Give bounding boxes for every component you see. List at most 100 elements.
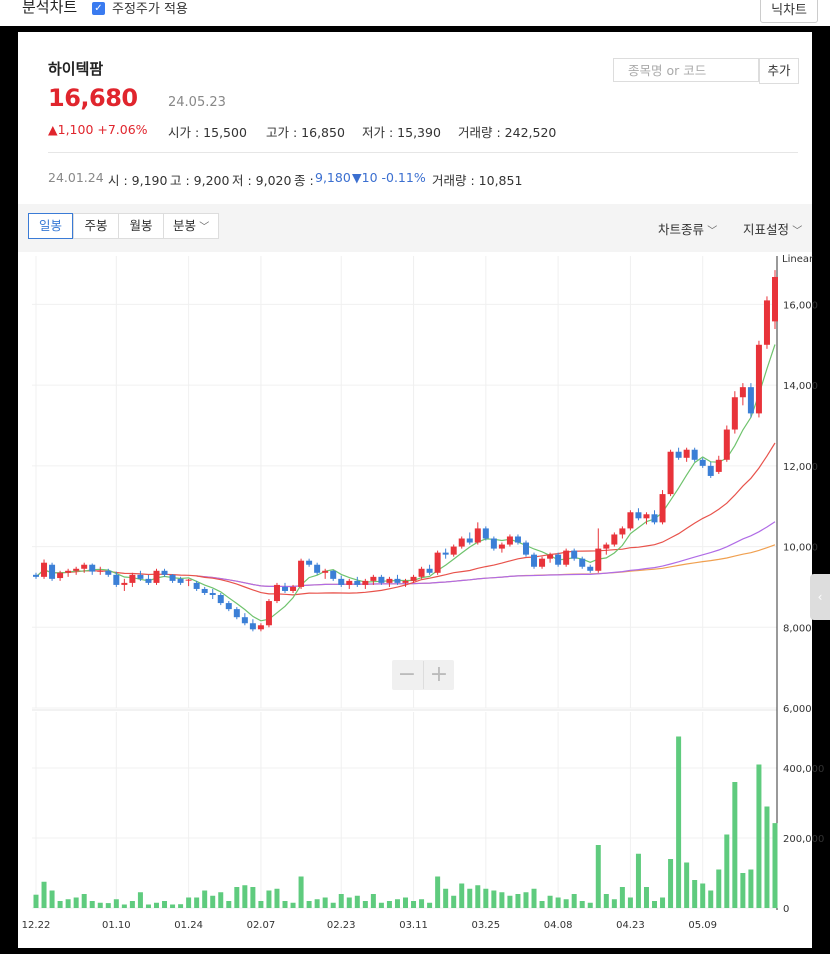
candle xyxy=(731,391,738,434)
candle xyxy=(715,455,722,474)
candle-body xyxy=(394,578,401,583)
candle-body xyxy=(257,625,264,630)
volume-bar xyxy=(57,901,63,908)
candle-body xyxy=(233,609,240,618)
volume-bar xyxy=(716,869,722,908)
volume-bar xyxy=(668,859,674,908)
candle xyxy=(169,574,176,583)
candle xyxy=(185,578,192,587)
candle xyxy=(249,619,256,632)
candle-body xyxy=(635,512,642,519)
candle xyxy=(555,552,562,567)
candle xyxy=(498,542,505,553)
candle xyxy=(531,552,538,569)
candle-body xyxy=(772,276,778,322)
candle-body xyxy=(675,451,682,458)
candle-body xyxy=(338,578,345,585)
volume-bar xyxy=(113,899,119,908)
volume-bar xyxy=(186,897,192,908)
volume-tick-label: 200,000 xyxy=(783,834,824,845)
candle xyxy=(282,582,289,593)
volume-bar xyxy=(467,888,473,908)
volume-bar xyxy=(700,883,706,908)
candle-body xyxy=(57,572,64,579)
candle-body xyxy=(651,514,658,523)
candle xyxy=(667,449,674,497)
candle xyxy=(772,270,778,330)
volume-bar xyxy=(748,869,754,908)
candle xyxy=(466,532,473,545)
volume-bar xyxy=(483,888,489,908)
candle xyxy=(362,578,369,589)
volume-bar xyxy=(571,894,577,908)
candle-body xyxy=(225,603,232,610)
volume-bar xyxy=(411,901,417,908)
volume-bar xyxy=(732,782,738,908)
candle-body xyxy=(531,554,538,567)
candle-body xyxy=(386,578,393,583)
volume-bar xyxy=(724,834,730,908)
candle xyxy=(699,457,706,468)
candle-body xyxy=(81,564,88,569)
candle-body xyxy=(137,574,144,579)
price-tick-label: 10,000 xyxy=(783,543,818,554)
candle xyxy=(73,566,80,575)
candle xyxy=(763,296,770,349)
volume-bar xyxy=(97,902,103,908)
candle xyxy=(635,508,642,521)
volume-bar xyxy=(282,901,288,908)
candle xyxy=(442,548,449,559)
volume-bar xyxy=(643,887,649,908)
volume-bar xyxy=(178,904,184,908)
volume-bar xyxy=(41,881,47,908)
volume-bar xyxy=(611,899,617,908)
candle xyxy=(522,540,529,557)
volume-bar xyxy=(660,897,666,908)
candle-body xyxy=(410,576,417,581)
candle xyxy=(33,572,39,579)
candle-body xyxy=(627,512,634,529)
volume-bar xyxy=(298,876,304,908)
volume-bar xyxy=(274,888,280,908)
volume-bar xyxy=(772,823,778,908)
volume-bar xyxy=(491,890,497,908)
volume-bar xyxy=(170,904,176,908)
candle-body xyxy=(587,566,594,571)
volume-bar xyxy=(443,888,449,908)
volume-bar xyxy=(370,894,376,908)
price-volume-chart[interactable]: 6,000 8,000 10,000 12,000 14,000 16,000 Linear… xyxy=(0,0,830,954)
candle xyxy=(386,576,393,587)
volume-bar xyxy=(579,901,585,908)
volume-tick-label: 400,000 xyxy=(783,764,824,775)
volume-bar xyxy=(378,902,384,908)
candle xyxy=(611,532,618,547)
volume-bar xyxy=(684,862,690,908)
volume-bar xyxy=(362,901,368,908)
volume-bar xyxy=(499,892,505,908)
candle xyxy=(683,447,690,462)
volume-bar xyxy=(627,897,633,908)
candle-body xyxy=(129,574,136,583)
candle-body xyxy=(514,536,521,543)
candle-body xyxy=(539,558,546,567)
zoom-out-button[interactable]: − xyxy=(392,661,422,689)
side-collapse-tab[interactable]: ‹ xyxy=(810,574,830,620)
volume-bar xyxy=(555,897,561,908)
candle-body xyxy=(747,387,754,414)
volume-bar xyxy=(338,894,344,908)
volume-bar xyxy=(515,894,521,908)
zoom-control: − + xyxy=(392,660,454,690)
volume-bar xyxy=(635,853,641,908)
candle-body xyxy=(201,588,208,593)
candle-body xyxy=(426,568,433,573)
volume-bar xyxy=(290,902,296,908)
x-tick-label: 01.24 xyxy=(174,920,203,931)
candle xyxy=(129,572,136,587)
zoom-in-button[interactable]: + xyxy=(423,661,454,689)
volume-bar xyxy=(242,885,248,908)
candle-body xyxy=(442,552,449,555)
candle-body xyxy=(434,552,441,573)
volume-bar xyxy=(451,895,457,908)
candle-body xyxy=(209,592,216,595)
volume-bar xyxy=(563,899,569,908)
